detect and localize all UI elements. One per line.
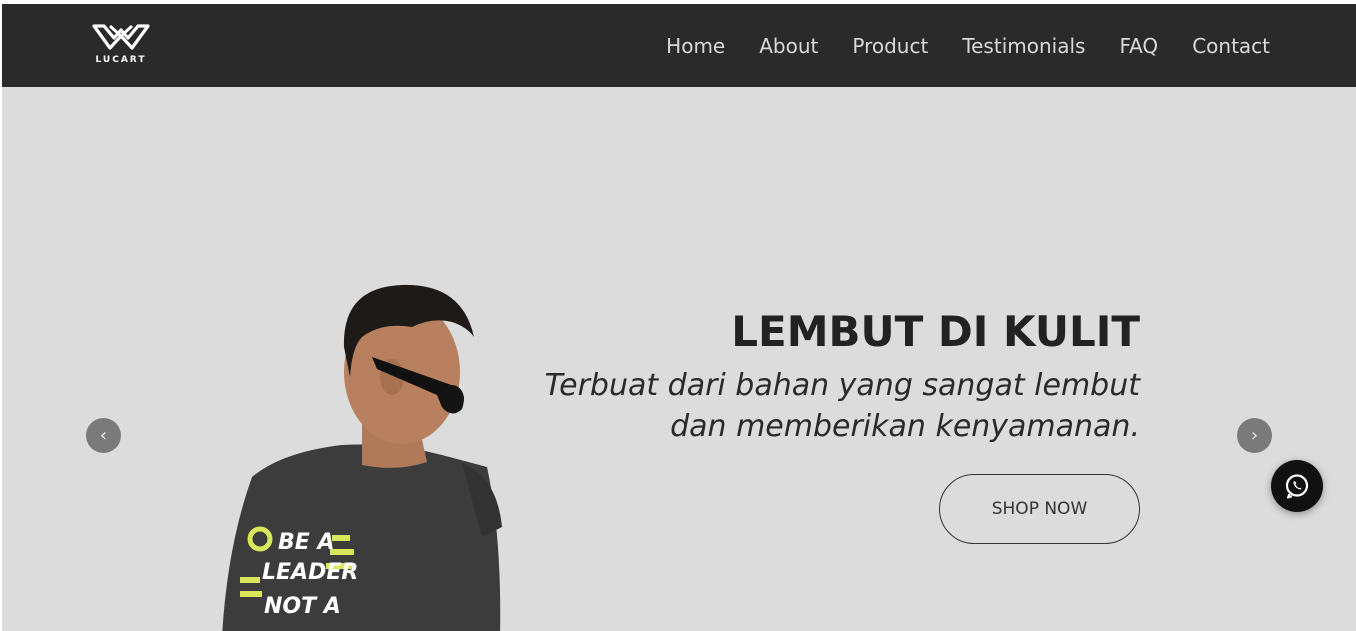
lucart-logo-icon: [92, 24, 150, 50]
nav-about[interactable]: About: [759, 34, 818, 58]
hero-headline: LEMBUT DI KULIT: [731, 307, 1140, 356]
print-line-3: NOT A: [264, 594, 341, 619]
chevron-right-icon: ›: [1250, 425, 1259, 446]
hero-subtext-line-1: Terbuat dari bahan yang sangat lembut: [544, 368, 1140, 403]
shop-now-button[interactable]: SHOP NOW: [939, 474, 1140, 544]
nav-testimonials[interactable]: Testimonials: [962, 34, 1085, 58]
logo-text: LUCART: [95, 55, 147, 65]
hero-carousel: BE A LEADER NOT A LEMBUT DI KULIT Terbua…: [2, 87, 1356, 631]
navbar: LUCART Home About Product Testimonials F…: [2, 4, 1356, 87]
nav-product[interactable]: Product: [852, 34, 928, 58]
whatsapp-button[interactable]: [1271, 460, 1323, 512]
hero-subtext: Terbuat dari bahan yang sangat lembut da…: [500, 365, 1140, 447]
main-nav: Home About Product Testimonials FAQ Cont…: [666, 4, 1270, 87]
whatsapp-icon: [1285, 474, 1309, 499]
chevron-left-icon: ‹: [99, 425, 108, 446]
nav-home[interactable]: Home: [666, 34, 725, 58]
carousel-prev-button[interactable]: ‹: [86, 418, 121, 453]
hero-subtext-line-2: dan memberikan kenyamanan.: [670, 409, 1140, 444]
carousel-next-button[interactable]: ›: [1237, 418, 1272, 453]
left-edge: [0, 0, 2, 631]
brand-logo[interactable]: LUCART: [90, 22, 152, 68]
nav-faq[interactable]: FAQ: [1119, 34, 1158, 58]
model-image: BE A LEADER NOT A: [222, 284, 502, 631]
nav-contact[interactable]: Contact: [1192, 34, 1270, 58]
print-line-2: LEADER: [262, 560, 358, 585]
print-line-1: BE A: [278, 530, 334, 555]
